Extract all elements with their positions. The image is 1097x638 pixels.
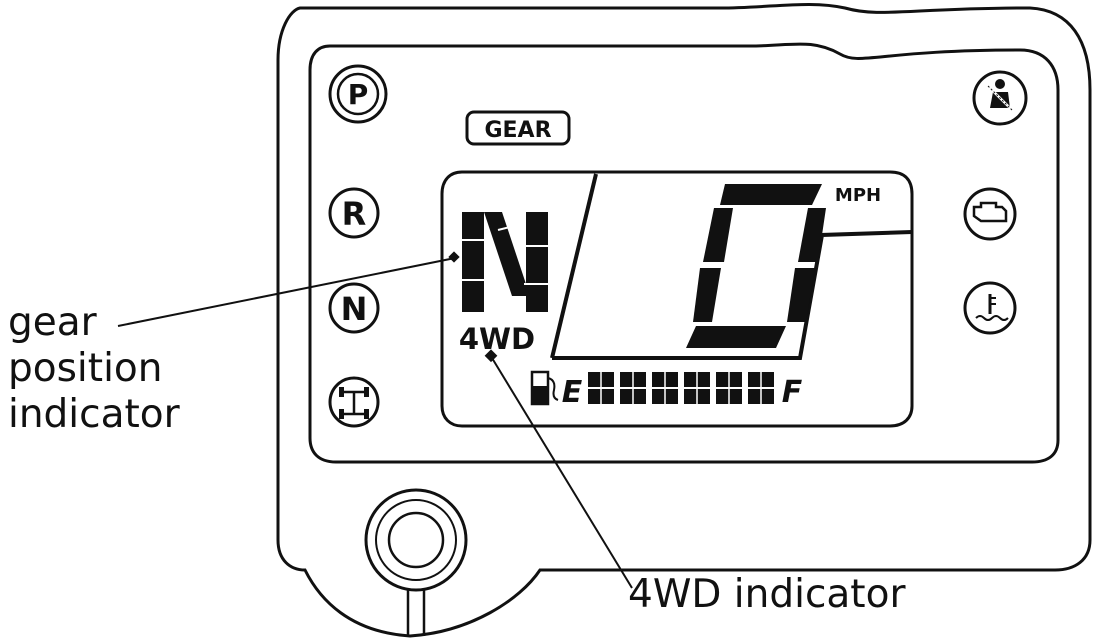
gear-callout-line-3: indicator xyxy=(8,392,180,437)
neutral-letter: N xyxy=(341,290,368,328)
four-by-four-icon xyxy=(328,376,380,428)
four-wd-label: 4WD xyxy=(459,322,535,356)
four-wd-callout: 4WD indicator xyxy=(628,572,906,617)
reverse-letter: R xyxy=(342,195,367,233)
gear-callout-line-1: gear xyxy=(8,300,97,345)
fuel-segment xyxy=(588,372,614,404)
gear-callout-line-2: position xyxy=(8,346,163,391)
fuel-segment xyxy=(748,372,774,404)
gear-tag: GEAR xyxy=(465,110,571,146)
parking-brake-indicator: P xyxy=(328,64,388,124)
reverse-indicator: R xyxy=(328,187,380,239)
neutral-indicator: N xyxy=(328,282,380,334)
speed-units: MPH xyxy=(835,185,881,206)
fuel-segment xyxy=(652,372,678,404)
fuel-empty-letter: E xyxy=(562,375,583,410)
check-engine-icon xyxy=(963,187,1017,241)
fuel-segment xyxy=(684,372,710,404)
coolant-temp-icon xyxy=(963,281,1017,335)
seatbelt-icon xyxy=(972,70,1028,126)
fuel-segment xyxy=(620,372,646,404)
fuel-full-letter: F xyxy=(782,375,803,410)
gear-position-callout: gear position indicator xyxy=(8,300,180,438)
gear-tag-label: GEAR xyxy=(484,118,551,143)
fuel-segment xyxy=(716,372,742,404)
parking-brake-letter: P xyxy=(348,78,369,111)
